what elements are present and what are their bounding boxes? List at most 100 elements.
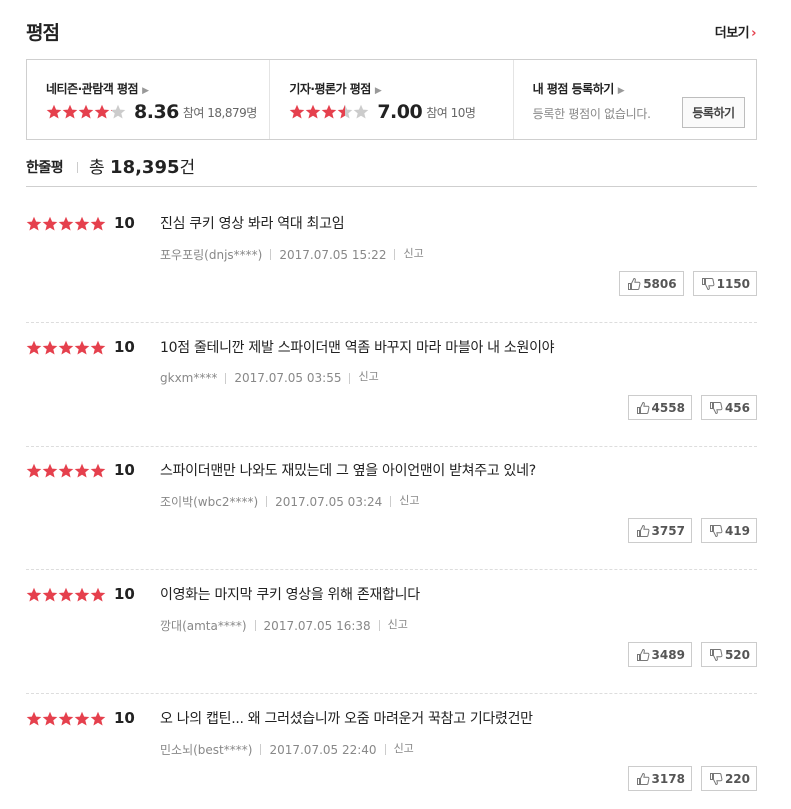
total-count: 18,395 xyxy=(110,157,180,178)
report-link[interactable]: 신고 xyxy=(388,616,408,632)
like-count: 3489 xyxy=(651,647,685,662)
dislike-button[interactable]: 1150 xyxy=(692,271,757,296)
more-label[interactable]: 더보기 xyxy=(715,26,750,41)
report-link[interactable]: 신고 xyxy=(399,492,419,508)
thumbs-up-icon xyxy=(636,772,649,785)
like-count: 3178 xyxy=(651,771,685,786)
star-icon xyxy=(26,340,42,355)
report-link[interactable]: 신고 xyxy=(394,740,414,756)
review-item: 10 10점 줄테니깐 제발 스파이더맨 역좀 바꾸지 마라 마블아 내 소원이… xyxy=(26,323,757,447)
critic-star-rating xyxy=(289,104,369,120)
star-icon xyxy=(58,711,74,726)
star-icon xyxy=(74,340,90,355)
dislike-button[interactable]: 520 xyxy=(700,642,757,667)
star-icon xyxy=(26,216,42,231)
review-item: 10 오 나의 캡틴... 왜 그러셨습니까 오줌 마려운거 꾹참고 기다렸건만… xyxy=(26,694,757,809)
review-date: 2017.07.05 03:55 xyxy=(234,371,342,385)
report-link[interactable]: 신고 xyxy=(403,245,423,261)
dislike-count: 220 xyxy=(724,771,750,786)
star-icon xyxy=(338,104,353,119)
netizen-score-link[interactable]: 네티즌·관람객 평점 ▶ xyxy=(46,80,269,97)
star-icon xyxy=(42,216,58,231)
review-meta: 포우포링(dnjs****) 2017.07.05 15:22 신고 xyxy=(160,246,424,263)
review-author[interactable]: gkxm**** xyxy=(160,371,217,385)
divider xyxy=(394,249,396,260)
divider xyxy=(349,372,351,384)
critic-score-label[interactable]: 기자·평론가 평점 xyxy=(289,82,371,96)
review-item: 10 진심 쿠키 영상 봐라 역대 최고임 포우포링(dnjs****) 201… xyxy=(26,199,757,323)
star-icon xyxy=(74,587,90,602)
like-button[interactable]: 5806 xyxy=(619,271,684,296)
star-icon xyxy=(90,216,106,231)
critic-score-link[interactable]: 기자·평론가 평점 ▶ xyxy=(289,80,512,97)
like-button[interactable]: 3489 xyxy=(627,642,692,667)
review-text: 진심 쿠키 영상 봐라 역대 최고임 xyxy=(160,216,345,232)
netizen-score-label[interactable]: 네티즌·관람객 평점 xyxy=(46,82,139,96)
like-button[interactable]: 4558 xyxy=(627,395,692,420)
star-icon xyxy=(90,587,106,602)
star-icon xyxy=(322,104,337,119)
more-link[interactable]: 더보기 › xyxy=(715,22,757,41)
star-icon xyxy=(74,463,90,478)
review-date: 2017.07.05 03:24 xyxy=(275,494,383,509)
review-votes: 3178 220 xyxy=(627,766,757,791)
my-score-link[interactable]: 내 평점 등록하기 ▶ xyxy=(533,80,756,97)
like-button[interactable]: 3178 xyxy=(627,766,692,791)
review-score: 10 xyxy=(114,214,135,232)
star-icon xyxy=(42,340,58,355)
star-icon xyxy=(94,104,110,119)
my-score-panel: 내 평점 등록하기 ▶ 등록한 평점이 없습니다. 등록하기 xyxy=(514,60,756,139)
star-icon xyxy=(290,104,305,119)
review-author[interactable]: 민소뇌(best****) xyxy=(160,741,252,758)
star-icon xyxy=(26,463,42,478)
my-score-label[interactable]: 내 평점 등록하기 xyxy=(533,82,615,96)
review-author[interactable]: 깡대(amta****) xyxy=(160,617,247,634)
dislike-button[interactable]: 419 xyxy=(700,518,757,543)
report-link[interactable]: 신고 xyxy=(358,368,378,384)
register-rating-button[interactable]: 등록하기 xyxy=(681,97,745,128)
dislike-count: 419 xyxy=(724,523,750,538)
comments-header: 한줄평 총 18,395건 xyxy=(26,150,757,187)
star-icon xyxy=(42,711,58,726)
review-date: 2017.07.05 22:40 xyxy=(269,742,377,757)
review-date: 2017.07.05 16:38 xyxy=(263,618,371,633)
review-item: 10 이영화는 마지막 쿠키 영상을 위해 존재합니다 깡대(amta****)… xyxy=(26,570,757,694)
review-star-rating xyxy=(26,711,106,727)
thumbs-down-icon xyxy=(709,524,723,537)
total-suffix: 건 xyxy=(179,158,196,178)
netizen-star-rating xyxy=(46,104,126,120)
star-icon xyxy=(46,104,62,119)
review-votes: 4558 456 xyxy=(627,395,757,420)
review-star-rating xyxy=(26,587,106,603)
netizen-score-value: 8.36 xyxy=(134,101,179,123)
review-score: 10 xyxy=(114,709,135,727)
dislike-button[interactable]: 220 xyxy=(700,766,757,791)
star-icon xyxy=(110,104,126,119)
review-author[interactable]: 포우포링(dnjs****) xyxy=(160,246,262,263)
review-date: 2017.07.05 15:22 xyxy=(279,247,387,262)
divider xyxy=(378,620,380,631)
like-count: 3757 xyxy=(651,523,685,538)
review-score: 10 xyxy=(114,461,135,479)
review-item: 10 스파이더맨만 나와도 재밌는데 그 옆을 아이언맨이 받쳐주고 있네? 조… xyxy=(26,446,757,570)
star-icon xyxy=(90,340,106,355)
review-star-rating xyxy=(26,216,106,232)
review-meta: 조이박(wbc2****) 2017.07.05 03:24 신고 xyxy=(160,493,420,510)
review-text: 10점 줄테니깐 제발 스파이더맨 역좀 바꾸지 마라 마블아 내 소원이야 xyxy=(160,340,555,356)
star-icon xyxy=(26,587,42,602)
review-author[interactable]: 조이박(wbc2****) xyxy=(160,493,258,510)
star-icon xyxy=(78,104,94,119)
comments-title: 한줄평 xyxy=(26,160,64,176)
review-votes: 5806 1150 xyxy=(619,271,757,296)
dislike-button[interactable]: 456 xyxy=(700,395,757,420)
review-meta: 민소뇌(best****) 2017.07.05 22:40 신고 xyxy=(160,741,414,758)
divider xyxy=(77,162,78,173)
thumbs-down-icon xyxy=(709,401,723,414)
star-icon xyxy=(62,104,78,119)
rating-header: 평점 더보기 › xyxy=(26,18,756,48)
dislike-count: 1150 xyxy=(716,276,750,291)
thumbs-down-icon xyxy=(701,277,715,290)
like-button[interactable]: 3757 xyxy=(627,518,692,543)
dislike-count: 520 xyxy=(724,647,750,662)
thumbs-down-icon xyxy=(709,772,723,785)
